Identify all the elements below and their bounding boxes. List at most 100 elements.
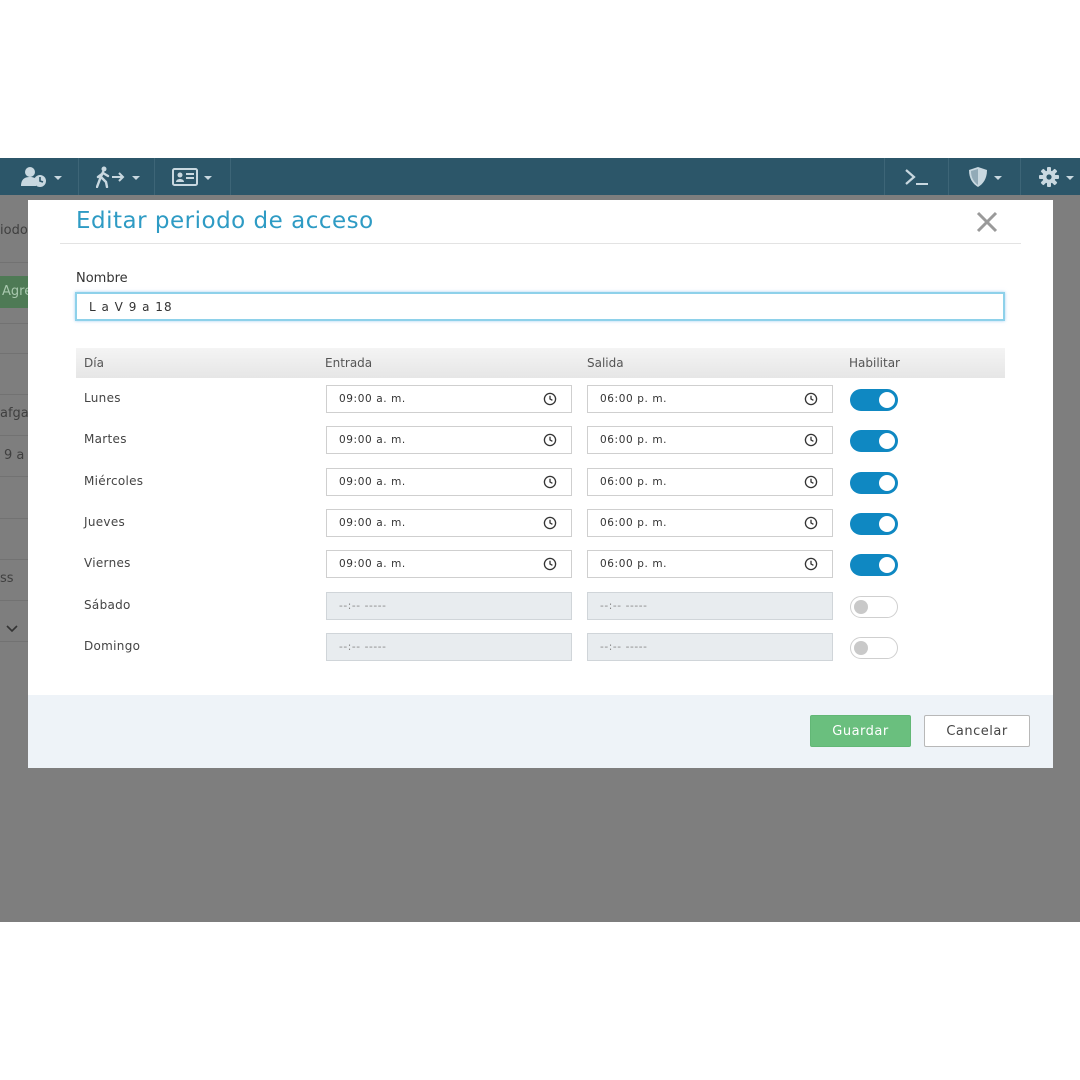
enable-toggle[interactable]	[850, 554, 898, 577]
background-divider	[0, 435, 28, 436]
nav-divider	[948, 158, 949, 195]
cancel-button[interactable]: Cancelar	[924, 715, 1030, 747]
nav-security-menu[interactable]	[968, 164, 1002, 190]
background-divider	[0, 476, 28, 477]
time-value: 06:00 p. m.	[600, 475, 668, 488]
time-value: 06:00 p. m.	[600, 434, 668, 447]
background-divider	[0, 600, 28, 601]
entry-time-input[interactable]: 09:00 a. m.	[326, 508, 572, 537]
clock-icon	[543, 557, 557, 571]
toggle-knob	[879, 557, 895, 574]
day-label: Miércoles	[84, 473, 144, 488]
nav-divider	[230, 158, 231, 195]
time-value: --:-- -----	[339, 640, 387, 653]
time-value: 09:00 a. m.	[339, 393, 406, 405]
entry-time-input[interactable]: --:-- -----	[326, 591, 572, 620]
enable-toggle[interactable]	[850, 430, 898, 453]
background-text: iodo	[0, 223, 28, 238]
id-card-icon	[172, 168, 198, 186]
clock-icon	[804, 516, 818, 530]
clock-icon	[543, 392, 557, 406]
enable-toggle[interactable]	[850, 636, 898, 659]
top-navbar	[0, 158, 1080, 195]
background-text: 9 a	[4, 448, 25, 463]
app-window: iodo Agre afgas 9 a ss Editar periodo de…	[0, 158, 1080, 922]
day-label: Jueves	[84, 514, 126, 529]
time-value: --:-- -----	[600, 599, 648, 612]
clock-icon	[804, 475, 818, 488]
clock-icon	[804, 557, 818, 571]
time-value: --:-- -----	[600, 640, 648, 653]
background-add-button: Agre	[0, 276, 28, 308]
entry-time-input[interactable]: 09:00 a. m.	[326, 467, 572, 496]
time-value: --:-- -----	[339, 599, 387, 612]
nav-settings-menu[interactable]	[1038, 164, 1074, 190]
save-button[interactable]: Guardar	[810, 715, 911, 747]
edit-access-period-dialog: Editar periodo de acceso Nombre Día Entr…	[28, 200, 1053, 768]
exit-time-input[interactable]: 06:00 p. m.	[587, 550, 833, 579]
dialog-title: Editar periodo de acceso	[76, 208, 374, 234]
day-label: Sábado	[84, 597, 131, 612]
column-header-entrada: Entrada	[325, 356, 373, 370]
toggle-knob	[879, 515, 895, 532]
background-divider	[0, 559, 28, 560]
enable-toggle[interactable]	[850, 512, 898, 535]
toggle-knob	[879, 392, 895, 408]
clock-icon	[804, 434, 818, 447]
chevron-down-icon	[54, 176, 62, 180]
person-walking-arrow-icon	[96, 166, 125, 188]
enable-toggle[interactable]	[850, 595, 898, 618]
enable-toggle[interactable]	[850, 471, 898, 494]
toggle-knob	[854, 599, 868, 614]
background-text: ss	[0, 571, 14, 586]
exit-time-input[interactable]: 06:00 p. m.	[587, 508, 833, 537]
clock-icon	[543, 516, 557, 530]
nav-divider	[1020, 158, 1021, 195]
day-label: Martes	[84, 432, 127, 447]
nav-credentials-menu[interactable]	[172, 164, 212, 190]
time-value: 09:00 a. m.	[339, 516, 406, 529]
clock-icon	[543, 475, 557, 488]
background-divider	[0, 262, 28, 263]
entry-time-input[interactable]: 09:00 a. m.	[326, 385, 572, 413]
chevron-down-icon	[1066, 176, 1074, 180]
toggle-knob	[879, 433, 895, 450]
column-header-salida: Salida	[587, 356, 624, 370]
exit-time-input[interactable]: --:-- -----	[587, 632, 833, 661]
entry-time-input[interactable]: --:-- -----	[326, 632, 572, 661]
toggle-knob	[879, 474, 895, 491]
nav-divider	[884, 158, 885, 195]
close-icon[interactable]	[974, 209, 1000, 235]
terminal-icon	[905, 169, 928, 185]
enable-toggle[interactable]	[850, 389, 898, 411]
day-label: Domingo	[84, 638, 141, 653]
entry-time-input[interactable]: 09:00 a. m.	[326, 550, 572, 579]
toggle-knob	[854, 640, 868, 655]
time-value: 06:00 p. m.	[600, 558, 668, 571]
background-divider	[0, 394, 28, 395]
shield-icon	[969, 167, 987, 187]
nav-divider	[78, 158, 79, 195]
gear-icon	[1039, 167, 1059, 187]
column-header-habilitar: Habilitar	[849, 356, 900, 370]
background-divider	[0, 518, 28, 519]
nav-access-menu[interactable]	[96, 164, 140, 190]
chevron-down-icon	[204, 176, 212, 180]
background-divider	[0, 323, 28, 324]
time-value: 09:00 a. m.	[339, 434, 406, 447]
exit-time-input[interactable]: 06:00 p. m.	[587, 467, 833, 496]
time-value: 06:00 p. m.	[600, 516, 668, 529]
nav-users-menu[interactable]	[20, 164, 62, 190]
exit-time-input[interactable]: 06:00 p. m.	[587, 426, 833, 455]
name-input[interactable]	[75, 292, 1005, 321]
exit-time-input[interactable]: 06:00 p. m.	[587, 385, 833, 413]
exit-time-input[interactable]: --:-- -----	[587, 591, 833, 620]
chevron-down-icon	[132, 176, 140, 180]
chevron-down-icon	[6, 625, 18, 633]
background-divider	[0, 353, 28, 354]
nav-terminal-button[interactable]	[904, 164, 930, 190]
clock-icon	[543, 434, 557, 447]
name-label: Nombre	[76, 271, 128, 286]
background-divider	[0, 641, 28, 642]
entry-time-input[interactable]: 09:00 a. m.	[326, 426, 572, 455]
